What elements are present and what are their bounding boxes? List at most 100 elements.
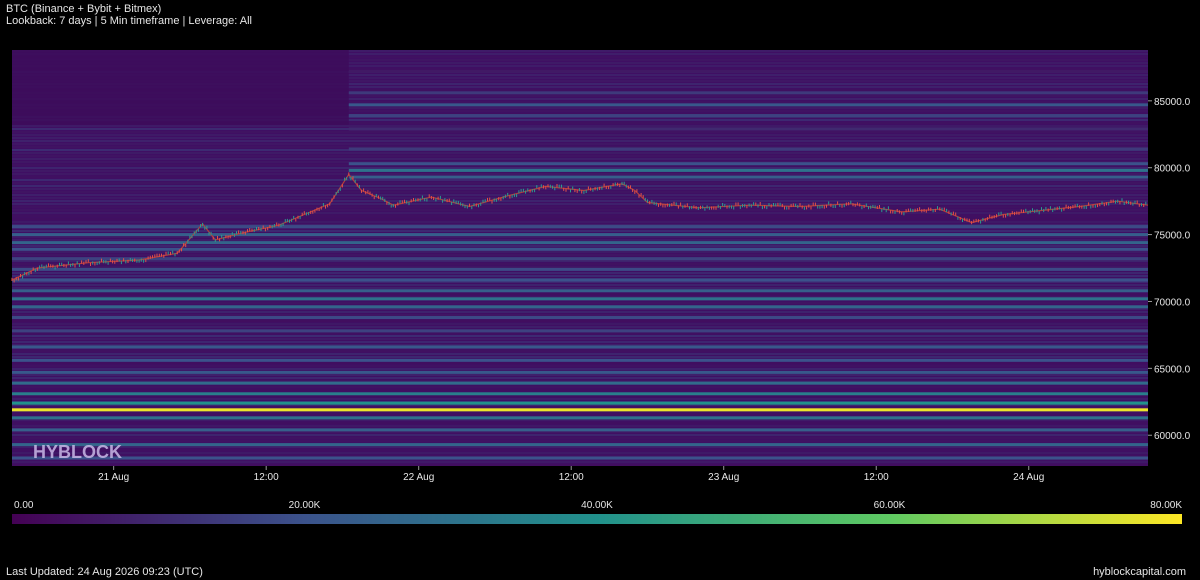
heatmap-stripe: [12, 293, 1148, 295]
x-tick-label: 22 Aug: [403, 472, 434, 483]
heatmap-stripe: [12, 395, 1148, 397]
heatmap-stripe: [12, 155, 1148, 157]
y-tick-label: 60000.0: [1154, 431, 1191, 442]
y-tick-label: 85000.0: [1154, 97, 1191, 108]
liquidation-band: [12, 241, 1148, 245]
heatmap-stripe: [12, 140, 1148, 142]
heatmap-stripe: [12, 236, 1148, 238]
colorbar: [12, 514, 1182, 524]
liquidation-band: [12, 392, 1148, 396]
liquidation-band: [12, 305, 1148, 309]
colorbar-ticks: 0.00 20.00K 40.00K 60.00K 80.00K: [14, 500, 1182, 511]
site-link[interactable]: hyblockcapital.com: [1093, 566, 1186, 578]
liquidation-band: [12, 416, 1148, 420]
heatmap-stripe: [12, 323, 1148, 325]
heatmap-stripe: [12, 182, 1148, 184]
heatmap-stripe: [12, 200, 1148, 202]
heatmap-stripe: [12, 377, 1148, 379]
liquidation-band: [348, 114, 1148, 118]
liquidation-band: [348, 147, 1148, 151]
colorbar-tick-label: 40.00K: [581, 500, 613, 511]
heatmap-dark-region: [12, 50, 349, 125]
heatmap-stripe: [12, 413, 1148, 415]
heatmap-stripe: [12, 185, 1148, 187]
last-updated-text: Last Updated: 24 Aug 2026 09:23 (UTC): [6, 566, 203, 578]
heatmap-stripe: [12, 179, 1148, 181]
liquidation-heatmap-chart: 85000.0 80000.0 75000.0 70000.0 65000.0 60000…: [11, 50, 1191, 524]
heatmap-stripe: [12, 440, 1148, 442]
heatmap-stripe: [12, 365, 1148, 367]
heatmap-stripe: [12, 218, 1148, 220]
y-tick-label: 65000.0: [1154, 364, 1191, 375]
heatmap-stripe: [12, 272, 1148, 274]
liquidation-band: [12, 428, 1148, 432]
heatmap-stripe: [12, 302, 1148, 304]
heatmap-stripe: [12, 215, 1148, 217]
heatmap-stripe: [12, 425, 1148, 427]
heatmap-stripe: [12, 398, 1148, 400]
heatmap-stripe: [12, 275, 1148, 277]
x-tick-label: 24 Aug: [1013, 472, 1044, 483]
liquidation-band: [12, 225, 1148, 229]
heatmap-stripe: [12, 137, 1148, 139]
heatmap-stripe: [12, 131, 1148, 133]
x-tick-label: 12:00: [254, 472, 279, 483]
heatmap-stripe: [12, 350, 1148, 352]
heatmap-stripe: [12, 449, 1148, 451]
liquidation-band: [12, 358, 1148, 362]
heatmap-stripe: [12, 452, 1148, 454]
liquidation-band: [12, 329, 1148, 333]
heatmap-stripe: [12, 461, 1148, 463]
x-axis: 21 Aug 12:00 22 Aug 12:00 23 Aug 12:00 24 Aug: [98, 466, 1044, 483]
liquidation-band: [12, 289, 1148, 293]
heatmap-stripe: [12, 230, 1148, 232]
liquidation-band: [12, 297, 1148, 301]
heatmap-stripe: [12, 341, 1148, 343]
liquidation-band: [12, 456, 1148, 460]
heatmap-stripe: [12, 134, 1148, 136]
heatmap-stripe: [12, 266, 1148, 268]
heatmap-stripe: [12, 446, 1148, 448]
heatmap-stripe: [12, 152, 1148, 154]
x-tick-label: 21 Aug: [98, 472, 129, 483]
x-tick-label: 23 Aug: [708, 472, 739, 483]
x-tick-label: 12:00: [864, 472, 889, 483]
hyblock-watermark: HYBLOCK: [33, 442, 122, 462]
heatmap-stripe: [12, 251, 1148, 253]
heatmap-stripe: [12, 314, 1148, 316]
heatmap-stripe: [12, 284, 1148, 286]
liquidation-band: [12, 257, 1148, 261]
heatmap-stripe: [12, 203, 1148, 205]
liquidation-band: [12, 247, 1148, 251]
liquidation-band: [348, 91, 1148, 95]
heatmap-stripe: [12, 143, 1148, 145]
heatmap-stripe: [12, 389, 1148, 391]
liquidation-band: [348, 69, 1148, 73]
liquidation-band: [12, 267, 1148, 271]
colorbar-tick-label: 20.00K: [289, 500, 321, 511]
y-tick-label: 80000.0: [1154, 164, 1191, 175]
heatmap-stripe: [12, 212, 1148, 214]
liquidation-band: [348, 168, 1148, 172]
heatmap-stripe: [12, 356, 1148, 358]
heatmap-stripe: [12, 260, 1148, 262]
heatmap-stripe: [12, 311, 1148, 313]
heatmap-stripe: [12, 374, 1148, 376]
liquidation-band: [348, 162, 1148, 166]
heatmap-stripe: [12, 353, 1148, 355]
heatmap-stripe: [12, 197, 1148, 199]
heatmap-stripe: [12, 191, 1148, 193]
liquidation-band: [12, 370, 1148, 374]
heatmap-stripe: [12, 194, 1148, 196]
heatmap-stripe: [12, 125, 1148, 127]
heatmap-stripe: [12, 158, 1148, 160]
heatmap-stripe: [12, 209, 1148, 211]
liquidation-band: [348, 175, 1148, 179]
heatmap-stripe: [12, 239, 1148, 241]
liquidation-band: [12, 408, 1148, 412]
liquidation-band: [348, 103, 1148, 107]
colorbar-tick-label: 0.00: [14, 500, 34, 511]
heatmap-stripe: [12, 320, 1148, 322]
heatmap-stripe: [12, 422, 1148, 424]
heatmap-stripe: [12, 464, 1148, 466]
